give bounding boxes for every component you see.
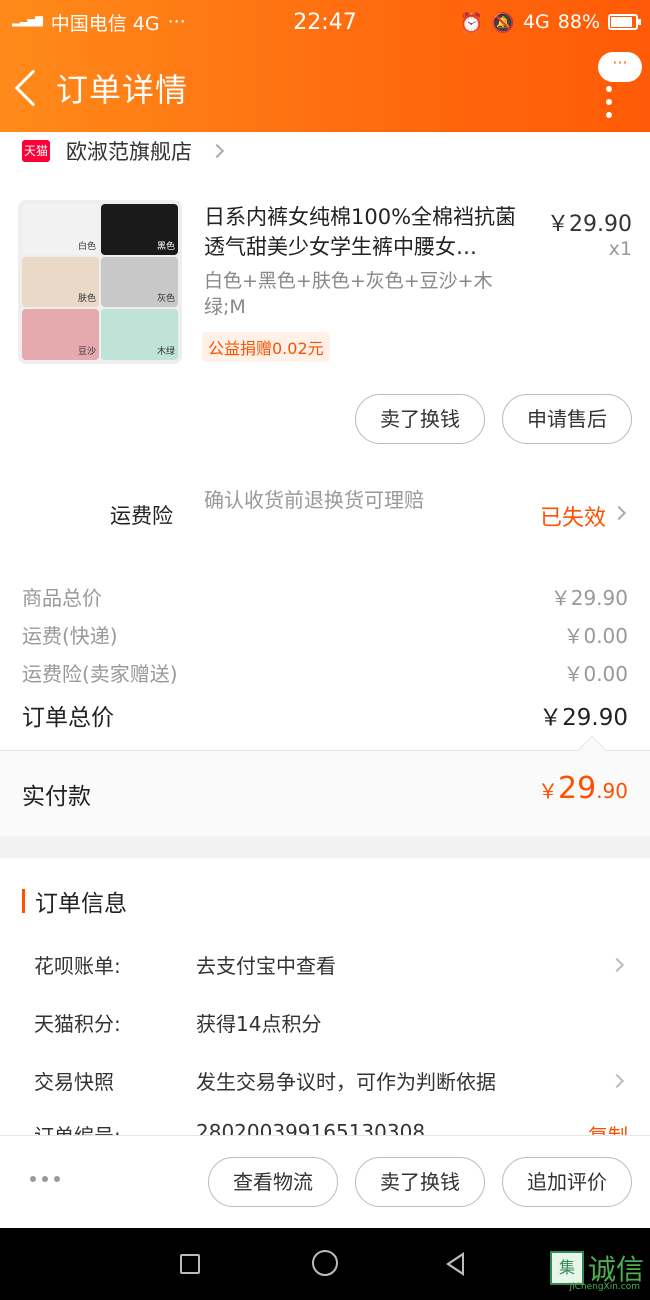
order-info-header: 订单信息 <box>22 884 127 918</box>
summary-row: 运费险(卖家赠送) ￥0.00 <box>22 658 628 687</box>
order-total-label: 订单总价 <box>22 705 114 731</box>
bottom-action-bar: 查看物流 卖了换钱 追加评价 <box>0 1135 650 1228</box>
carrier-label: 中国电信 4G <box>50 12 160 35</box>
product-item[interactable]: 白色 黑色肤色 灰色豆沙 木绿 日系内裤女纯棉100%全棉裆抗菌透气甜美少女学生裤中腰… <box>0 200 650 370</box>
watermark-icon: 集 <box>549 1251 584 1285</box>
tile-label: 豆沙 <box>77 347 96 357</box>
battery-label: 88% <box>557 11 601 33</box>
store-row[interactable]: 天猫 欧淑范旗舰店 <box>0 132 650 170</box>
more-menu-icon[interactable] <box>606 86 612 118</box>
info-key: 天猫积分: <box>34 1012 121 1036</box>
summary-value: ￥0.00 <box>563 662 628 686</box>
paid-amount: ￥29.90 <box>538 771 628 806</box>
signal-icon: ▂▃▅▇ <box>12 16 43 27</box>
chevron-right-icon <box>611 505 627 521</box>
home-icon[interactable] <box>312 1250 338 1276</box>
summary-label: 运费(快递) <box>22 624 118 648</box>
insurance-status: 已失效 <box>539 506 606 531</box>
tooltip-arrow <box>577 735 607 765</box>
insurance-label: 运费险 <box>110 504 173 528</box>
order-total-row: 订单总价 ￥29.90 <box>22 698 628 732</box>
paid-integer: 29 <box>558 771 597 806</box>
thumbnail-tile: 木绿 <box>101 309 178 360</box>
alarm-icon: ⏰ <box>459 11 484 34</box>
tmall-points-row: 天猫积分: 获得14点积分 <box>34 1002 630 1042</box>
thumbnail-tile: 肤色 <box>22 256 99 308</box>
section-accent-bar <box>22 889 25 913</box>
tile-label: 木绿 <box>156 347 175 357</box>
thumbnail-tile: 白色 <box>22 204 99 255</box>
trade-snapshot-row[interactable]: 交易快照 发生交易争议时，可作为判断依据 <box>34 1060 630 1100</box>
add-review-button[interactable]: 追加评价 <box>502 1157 632 1207</box>
network-label: 4G <box>522 11 550 33</box>
shipping-insurance-row[interactable]: 运费险 确认收货前退换货可理赔 已失效 <box>0 484 650 554</box>
message-bubble-button[interactable]: ··· <box>598 52 642 82</box>
status-dots: ··· <box>167 11 186 33</box>
info-key: 花呗账单: <box>34 954 121 978</box>
store-name: 欧淑范旗舰店 <box>66 140 192 164</box>
product-quantity: x1 <box>608 238 632 260</box>
mute-icon: 🔕 <box>491 11 515 34</box>
thumbnail-tile: 豆沙 <box>22 309 99 360</box>
paid-decimal: .90 <box>596 779 628 803</box>
summary-label: 运费险(卖家赠送) <box>22 662 178 686</box>
order-total-value: ￥29.90 <box>539 705 628 731</box>
summary-value: ￥29.90 <box>550 586 628 610</box>
product-price: ￥29.90 <box>547 212 632 237</box>
nav-bar: 订单详情 ··· <box>0 44 650 132</box>
tmall-logo-icon: 天猫 <box>22 140 50 162</box>
status-bar: ▂▃▅▇ 中国电信 4G ··· 22:47 ⏰ 🔕 4G 88% <box>0 0 650 44</box>
order-number-row: 订单编号: 280200399165130308 复制 <box>34 1114 630 1135</box>
tile-label: 黑色 <box>156 241 175 252</box>
paid-label: 实付款 <box>22 784 91 810</box>
chevron-right-icon <box>609 1073 625 1089</box>
summary-label: 商品总价 <box>22 586 102 610</box>
info-value: 发生交易争议时，可作为判断依据 <box>196 1070 496 1094</box>
header: ▂▃▅▇ 中国电信 4G ··· 22:47 ⏰ 🔕 4G 88% 订单详情 ·… <box>0 0 650 132</box>
copy-button[interactable]: 复制 <box>588 1120 628 1135</box>
watermark-sub: JiChengXin.com <box>569 1282 640 1292</box>
order-number: 280200399165130308 <box>196 1120 426 1135</box>
summary-value: ￥0.00 <box>563 624 628 648</box>
info-value: 去支付宝中查看 <box>196 954 336 978</box>
product-title: 日系内裤女纯棉100%全棉裆抗菌透气甜美少女学生裤中腰女… <box>204 205 517 259</box>
system-nav-bar: 集 诚信 JiChengXin.com <box>0 1228 650 1300</box>
back-arrow-icon[interactable] <box>14 69 52 107</box>
section-divider <box>0 836 650 858</box>
huabei-bill-row[interactable]: 花呗账单: 去支付宝中查看 <box>34 944 630 984</box>
currency-symbol: ￥ <box>538 779 558 803</box>
more-actions-icon[interactable] <box>30 1176 60 1182</box>
summary-row: 商品总价 ￥29.90 <box>22 582 628 611</box>
insurance-description: 确认收货前退换货可理赔 <box>204 488 424 512</box>
tile-label: 肤色 <box>77 294 96 305</box>
info-key: 交易快照 <box>34 1070 114 1094</box>
page-title: 订单详情 <box>56 71 189 109</box>
thumbnail-tile: 黑色 <box>101 204 178 255</box>
product-thumbnail[interactable]: 白色 黑色肤色 灰色豆沙 木绿 <box>18 200 182 364</box>
recents-icon[interactable] <box>180 1254 200 1274</box>
info-value: 获得14点积分 <box>196 1012 322 1036</box>
sell-button[interactable]: 卖了换钱 <box>355 394 485 444</box>
view-logistics-button[interactable]: 查看物流 <box>208 1157 338 1207</box>
tile-label: 白色 <box>77 241 96 252</box>
after-sale-button[interactable]: 申请售后 <box>502 394 632 444</box>
info-key: 订单编号: <box>34 1120 121 1135</box>
paid-amount-section: 实付款 ￥29.90 <box>0 735 650 836</box>
order-detail-content: 天猫 欧淑范旗舰店 白色 黑色肤色 灰色豆沙 木绿 日系内裤女纯棉100%全棉裆抗菌透… <box>0 132 650 1135</box>
sell-button[interactable]: 卖了换钱 <box>355 1157 485 1207</box>
summary-row: 运费(快递) ￥0.00 <box>22 620 628 649</box>
battery-icon <box>608 14 642 30</box>
product-sku: 白色+黑色+肤色+灰色+豆沙+木绿;M <box>204 270 493 318</box>
chevron-right-icon <box>609 957 625 973</box>
tile-label: 灰色 <box>156 294 175 305</box>
donation-badge: 公益捐赠0.02元 <box>202 332 330 362</box>
back-icon[interactable] <box>446 1252 464 1276</box>
order-info-title: 订单信息 <box>35 891 127 917</box>
chevron-right-icon <box>209 143 225 159</box>
clock: 22:47 <box>293 9 357 35</box>
thumbnail-tile: 灰色 <box>101 256 178 308</box>
